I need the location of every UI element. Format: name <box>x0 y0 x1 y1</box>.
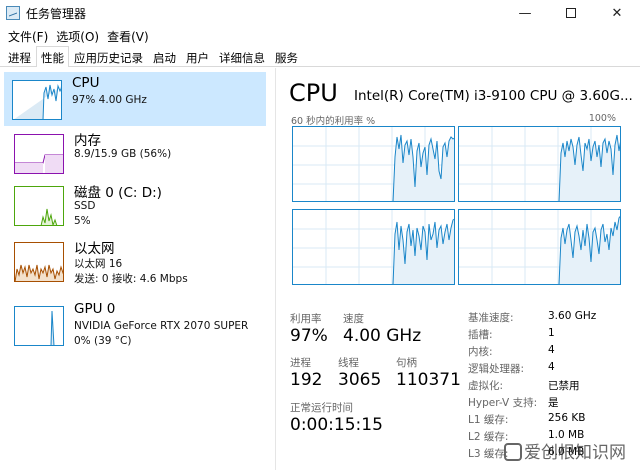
sidebar-item-detail: 以太网 16 <box>74 258 123 270</box>
gpu-mini-graph <box>14 306 64 346</box>
spec-row: 内核: 4 <box>468 344 638 361</box>
spec-value: 已禁用 <box>548 380 580 392</box>
close-button[interactable]: ✕ <box>594 0 640 26</box>
graph-max-label: 100% <box>588 113 616 124</box>
threads-value: 3065 <box>338 370 382 390</box>
spec-value: 4 <box>548 361 555 373</box>
sidebar-item-cpu[interactable]: CPU 97% 4.00 GHz <box>4 72 266 126</box>
sidebar-item-detail-2: 发送: 0 接收: 4.6 Mbps <box>74 273 188 285</box>
tab-details[interactable]: 详细信息 <box>214 46 270 66</box>
uptime-label: 正常运行时间 <box>290 402 353 414</box>
sidebar-item-detail-2: 5% <box>74 215 91 227</box>
sidebar-item-detail-2: 0% (39 °C) <box>74 335 132 347</box>
sidebar-item-detail: NVIDIA GeForce RTX 2070 SUPER <box>74 320 249 332</box>
spec-row: L1 缓存: 256 KB <box>468 412 638 429</box>
tab-startup[interactable]: 启动 <box>148 46 181 66</box>
watermark-text: 爱创根知识网 <box>524 443 626 463</box>
graph-caption: 60 秒内的利用率 % <box>291 116 376 127</box>
spec-row: 逻辑处理器: 4 <box>468 361 638 378</box>
processes-value: 192 <box>290 370 323 390</box>
spec-key: 基准速度: <box>468 312 514 324</box>
window-title: 任务管理器 <box>26 7 87 21</box>
menu-options[interactable]: 选项(O) <box>52 26 103 46</box>
utilization-label: 利用率 <box>290 313 322 325</box>
utilization-value: 97% <box>290 326 328 346</box>
title-bar: 任务管理器 — ✕ <box>0 0 640 26</box>
processes-label: 进程 <box>290 357 311 369</box>
ethernet-mini-graph <box>14 242 64 282</box>
cpu-core-graph <box>458 126 621 202</box>
spec-row: Hyper-V 支持: 是 <box>468 395 638 412</box>
spec-key: 虚拟化: <box>468 380 504 392</box>
sidebar-item-memory[interactable]: 内存 8.9/15.9 GB (56%) <box>6 126 264 180</box>
tab-performance[interactable]: 性能 <box>36 46 69 67</box>
sidebar-item-detail: 97% 4.00 GHz <box>72 94 147 106</box>
spec-row: 基准速度: 3.60 GHz <box>468 310 638 327</box>
watermark-logo-icon <box>504 443 522 461</box>
cpu-detail-panel: CPU Intel(R) Core(TM) i3-9100 CPU @ 3.60… <box>276 68 640 470</box>
spec-row: 虚拟化: 已禁用 <box>468 378 638 395</box>
tab-bar: 进程 性能 应用历史记录 启动 用户 详细信息 服务 <box>0 46 640 67</box>
task-manager-icon <box>6 6 20 20</box>
speed-value: 4.00 GHz <box>343 326 422 346</box>
page-title: CPU <box>289 79 338 107</box>
sidebar-item-label: GPU 0 <box>74 301 116 317</box>
sidebar-item-detail: 8.9/15.9 GB (56%) <box>74 148 172 160</box>
cpu-core-graph <box>292 126 455 202</box>
close-icon: ✕ <box>611 5 623 21</box>
tab-processes[interactable]: 进程 <box>3 46 36 66</box>
sidebar-item-label: CPU <box>72 75 100 91</box>
handles-label: 句柄 <box>396 357 417 369</box>
sidebar-item-detail: SSD <box>74 200 96 212</box>
spec-key: 插槽: <box>468 329 493 341</box>
spec-row: 插槽: 1 <box>468 327 638 344</box>
menu-bar: 文件(F) 选项(O) 查看(V) <box>0 26 153 46</box>
memory-mini-graph <box>14 134 64 174</box>
watermark: 爱创根知识网 <box>504 438 626 463</box>
menu-file[interactable]: 文件(F) <box>4 26 52 46</box>
spec-value: 3.60 GHz <box>548 310 597 322</box>
spec-key: 内核: <box>468 346 493 358</box>
spec-key: 逻辑处理器: <box>468 363 525 375</box>
sidebar-item-label: 内存 <box>74 133 101 149</box>
sidebar-item-label: 以太网 <box>74 241 115 257</box>
sidebar-item-label: 磁盘 0 (C: D:) <box>74 185 162 201</box>
uptime-value: 0:00:15:15 <box>290 415 383 435</box>
spec-value: 1 <box>548 327 555 339</box>
maximize-button[interactable] <box>548 0 594 26</box>
sidebar-item-gpu[interactable]: GPU 0 NVIDIA GeForce RTX 2070 SUPER 0% (… <box>6 298 264 352</box>
cpu-core-graph <box>458 209 621 285</box>
tab-users[interactable]: 用户 <box>181 46 214 66</box>
maximize-icon <box>566 8 576 18</box>
speed-label: 速度 <box>343 313 364 325</box>
spec-value: 4 <box>548 344 555 356</box>
spec-key: Hyper-V 支持: <box>468 397 538 409</box>
spec-key: L2 缓存: <box>468 431 509 443</box>
spec-key: L3 缓存: <box>468 448 509 460</box>
cpu-model-name: Intel(R) Core(TM) i3-9100 CPU @ 3.60G... <box>354 88 633 104</box>
handles-value: 110371 <box>396 370 461 390</box>
tab-app-history[interactable]: 应用历史记录 <box>69 46 148 66</box>
spec-value: 256 KB <box>548 412 586 424</box>
threads-label: 线程 <box>338 357 359 369</box>
spec-key: L1 缓存: <box>468 414 509 426</box>
disk-mini-graph <box>14 186 64 226</box>
sidebar-item-ethernet[interactable]: 以太网 以太网 16 发送: 0 接收: 4.6 Mbps <box>6 234 264 288</box>
minimize-button[interactable]: — <box>502 0 548 26</box>
tab-services[interactable]: 服务 <box>270 46 303 66</box>
sidebar-item-disk[interactable]: 磁盘 0 (C: D:) SSD 5% <box>6 178 264 232</box>
resource-sidebar: CPU 97% 4.00 GHz 内存 8.9/15.9 GB (56%) 磁盘… <box>0 68 276 470</box>
cpu-mini-graph <box>12 80 62 120</box>
menu-view[interactable]: 查看(V) <box>103 26 153 46</box>
minimize-icon: — <box>518 5 532 21</box>
cpu-core-graph <box>292 209 455 285</box>
spec-value: 是 <box>548 397 559 409</box>
